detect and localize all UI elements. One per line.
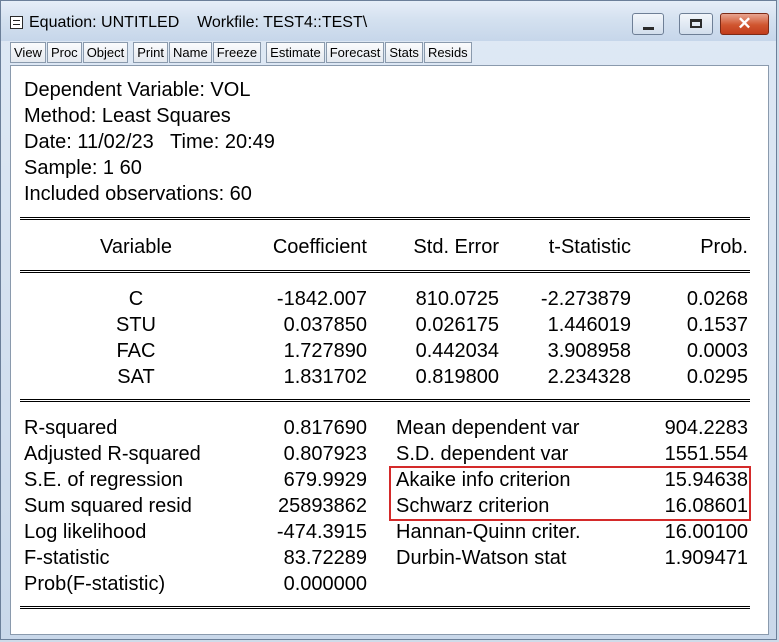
stat-value: 679.9929 xyxy=(283,469,367,491)
stat-value: 83.72289 xyxy=(283,547,367,569)
t-statistic-value: 2.234328 xyxy=(547,366,631,388)
column-header-variable: Variable xyxy=(100,236,172,258)
maximize-button[interactable] xyxy=(679,13,713,35)
stat-value: 0.817690 xyxy=(283,417,367,439)
stat-label: Mean dependent var xyxy=(396,417,580,439)
stat-label: Sum squared resid xyxy=(24,495,192,517)
stat-value: 16.00100 xyxy=(664,521,748,543)
stat-value: 1551.554 xyxy=(664,443,748,465)
resids-button[interactable]: Resids xyxy=(423,42,472,63)
stat-label: Prob(F-statistic) xyxy=(24,573,166,595)
included-observations: Included observations: 60 xyxy=(24,183,252,205)
prob-value: 0.0268 xyxy=(686,288,748,310)
t-statistic-value: 1.446019 xyxy=(547,314,631,336)
toolbar: View Proc Object Print Name Freeze Estim… xyxy=(10,42,473,64)
estimate-button[interactable]: Estimate xyxy=(266,42,325,63)
divider xyxy=(20,399,750,402)
freeze-button[interactable]: Freeze xyxy=(212,42,262,63)
coefficient-value: 1.727890 xyxy=(283,340,367,362)
prob-value: 0.1537 xyxy=(686,314,748,336)
maximize-icon xyxy=(690,19,702,28)
std-error-value: 0.442034 xyxy=(415,340,499,362)
stat-label: Hannan-Quinn criter. xyxy=(396,521,581,543)
estimation-output[interactable]: Dependent Variable: VOL Method: Least Sq… xyxy=(10,65,769,635)
close-button[interactable]: ✕ xyxy=(720,13,769,35)
date-time: Date: 11/02/23 Time: 20:49 xyxy=(24,131,275,153)
divider xyxy=(20,606,750,609)
window-title: Equation: UNTITLED Workfile: TEST4::TEST… xyxy=(29,14,368,31)
column-header-t-statistic: t-Statistic xyxy=(548,236,631,258)
std-error-value: 810.0725 xyxy=(415,288,499,310)
std-error-value: 0.026175 xyxy=(415,314,499,336)
title-bar[interactable]: Equation: UNTITLED Workfile: TEST4::TEST… xyxy=(1,1,776,41)
column-header-coefficient: Coefficient xyxy=(272,236,367,258)
name-button[interactable]: Name xyxy=(169,42,212,63)
t-statistic-value: -2.273879 xyxy=(540,288,631,310)
minimize-button[interactable] xyxy=(632,13,664,35)
divider xyxy=(20,217,750,220)
stat-label: R-squared xyxy=(24,417,118,439)
divider xyxy=(20,270,750,273)
stat-label: Adjusted R-squared xyxy=(24,443,201,465)
stat-value: 1.909471 xyxy=(664,547,748,569)
stat-label: Log likelihood xyxy=(24,521,147,543)
column-header-prob: Prob. xyxy=(700,236,748,258)
stats-button[interactable]: Stats xyxy=(385,42,423,63)
stat-label: S.E. of regression xyxy=(24,469,183,491)
stat-value: 25893862 xyxy=(278,495,367,517)
close-icon: ✕ xyxy=(737,14,752,33)
prob-value: 0.0295 xyxy=(686,366,748,388)
forecast-button[interactable]: Forecast xyxy=(325,42,385,63)
stat-value: -474.3915 xyxy=(276,521,367,543)
sample: Sample: 1 60 xyxy=(24,157,142,179)
variable-name: SAT xyxy=(117,366,155,388)
column-header-std-error: Std. Error xyxy=(413,236,499,258)
variable-name: C xyxy=(128,288,144,310)
method: Method: Least Squares xyxy=(24,105,231,127)
minimize-icon xyxy=(643,27,654,30)
dependent-variable: Dependent Variable: VOL xyxy=(24,79,251,101)
print-button[interactable]: Print xyxy=(133,42,168,63)
proc-button[interactable]: Proc xyxy=(46,42,82,63)
stat-value: 904.2283 xyxy=(664,417,748,439)
stat-label: S.D. dependent var xyxy=(396,443,569,465)
view-button[interactable]: View xyxy=(10,42,46,63)
object-button[interactable]: Object xyxy=(82,42,129,63)
variable-name: STU xyxy=(116,314,156,336)
std-error-value: 0.819800 xyxy=(415,366,499,388)
app-menu-icon[interactable] xyxy=(10,16,23,29)
stat-label: Durbin-Watson stat xyxy=(396,547,567,569)
stat-value: 0.000000 xyxy=(283,573,367,595)
highlight-box xyxy=(389,466,751,521)
prob-value: 0.0003 xyxy=(686,340,748,362)
t-statistic-value: 3.908958 xyxy=(547,340,631,362)
coefficient-value: -1842.007 xyxy=(276,288,367,310)
equation-window: Equation: UNTITLED Workfile: TEST4::TEST… xyxy=(0,0,777,640)
stat-value: 0.807923 xyxy=(283,443,367,465)
stat-label: F-statistic xyxy=(24,547,110,569)
coefficient-value: 0.037850 xyxy=(283,314,367,336)
variable-name: FAC xyxy=(116,340,156,362)
coefficient-value: 1.831702 xyxy=(283,366,367,388)
